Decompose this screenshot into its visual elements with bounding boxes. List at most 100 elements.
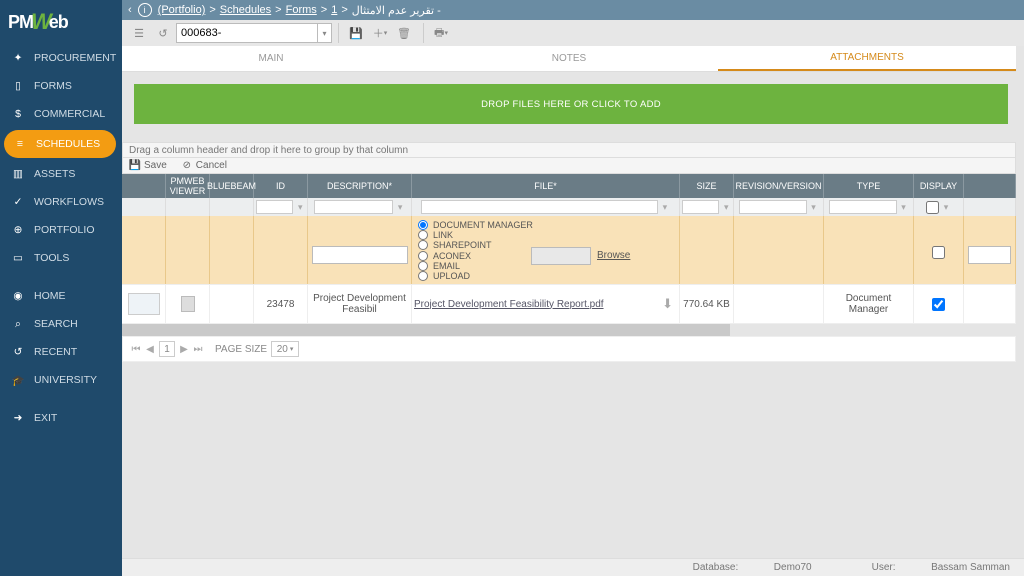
assets-icon: ▥: [10, 166, 26, 182]
nav-assets[interactable]: ▥ASSETS: [0, 160, 122, 188]
page-number[interactable]: 1: [159, 341, 175, 357]
browse-field[interactable]: [531, 247, 591, 265]
exit-icon: ➜: [10, 410, 26, 426]
nav-university[interactable]: 🎓UNIVERSITY: [0, 366, 122, 394]
funnel-icon[interactable]: ▾: [809, 202, 819, 212]
filter-size[interactable]: [682, 200, 719, 214]
history-icon[interactable]: ↺: [152, 22, 174, 44]
cancel-icon: ⊘: [181, 160, 193, 172]
nav-commercial[interactable]: $COMMERCIAL: [0, 100, 122, 128]
download-icon[interactable]: ⬇: [662, 296, 673, 312]
crumb-schedules[interactable]: Schedules: [220, 4, 271, 16]
col-type[interactable]: TYPE: [824, 174, 914, 198]
radio-aconex[interactable]: [418, 251, 428, 261]
col-revision[interactable]: REVISION/VERSION: [734, 174, 824, 198]
toolbox-icon: ▭: [10, 250, 26, 266]
app-logo: PMWeb: [0, 0, 122, 44]
col-description[interactable]: DESCRIPTION*: [308, 174, 412, 198]
nav-forms[interactable]: ▯FORMS: [0, 72, 122, 100]
nav-recent[interactable]: ↺RECENT: [0, 338, 122, 366]
filter-desc[interactable]: [314, 200, 393, 214]
tab-attachments[interactable]: ATTACHMENTS: [718, 46, 1016, 71]
edit-display-check[interactable]: [932, 246, 945, 259]
crumb-forms[interactable]: Forms: [286, 4, 317, 16]
save-icon[interactable]: 💾: [345, 22, 367, 44]
funnel-icon[interactable]: ▾: [395, 202, 405, 212]
subtabs: MAIN NOTES ATTACHMENTS: [122, 46, 1016, 72]
col-file[interactable]: FILE*: [412, 174, 680, 198]
page-first[interactable]: ⏮: [129, 342, 143, 356]
radio-sharepoint[interactable]: [418, 240, 428, 250]
col-display[interactable]: DISPLAY: [914, 174, 964, 198]
add-icon[interactable]: ＋▾: [369, 22, 391, 44]
back-chevron-icon[interactable]: ‹: [128, 4, 132, 16]
page-prev[interactable]: ◀: [143, 342, 157, 356]
save-row-button[interactable]: 💾Save: [129, 160, 167, 172]
delete-icon[interactable]: 🗑: [393, 22, 415, 44]
search-icon: ⌕: [10, 316, 26, 332]
nav-portfolio[interactable]: ⊕PORTFOLIO: [0, 216, 122, 244]
col-id[interactable]: ID: [254, 174, 308, 198]
breadcrumb-bar: ‹ i (Portfolio)> Schedules> Forms> 1> تق…: [122, 0, 1024, 20]
funnel-icon[interactable]: ▾: [660, 202, 670, 212]
filter-rev[interactable]: [739, 200, 807, 214]
cell-type: Document Manager: [824, 285, 914, 323]
thumbnail[interactable]: [128, 293, 160, 315]
hscrollbar[interactable]: [122, 324, 1016, 336]
nav-exit[interactable]: ➜EXIT: [0, 404, 122, 432]
file-link[interactable]: Project Development Feasibility Report.p…: [414, 299, 604, 310]
filter-display[interactable]: [926, 201, 939, 214]
radio-link[interactable]: [418, 230, 428, 240]
col-bluebeam[interactable]: BLUEBEAM: [210, 174, 254, 198]
col-pmweb-viewer[interactable]: PMWEB VIEWER: [166, 174, 210, 198]
info-icon[interactable]: i: [138, 3, 152, 17]
nav-tools[interactable]: ▭TOOLS: [0, 244, 122, 272]
page-last[interactable]: ⏭: [191, 342, 205, 356]
toolbar: ☰ ↺ ▾ 💾 ＋▾ 🗑 🖶▾: [122, 20, 1024, 46]
filter-file[interactable]: [421, 200, 658, 214]
filter-row: ▾ ▾ ▾ ▾ ▾ ▾ ▾: [122, 198, 1016, 216]
crumb-portfolio[interactable]: (Portfolio): [158, 4, 206, 16]
funnel-icon[interactable]: ▾: [899, 202, 909, 212]
page-size-select[interactable]: 20▾: [271, 341, 299, 357]
nav-home[interactable]: ◉HOME: [0, 282, 122, 310]
radio-email[interactable]: [418, 261, 428, 271]
nav-schedules[interactable]: ≡SCHEDULES: [4, 130, 116, 158]
funnel-icon[interactable]: ▾: [295, 202, 305, 212]
file-dropzone[interactable]: DROP FILES HERE OR CLICK TO ADD: [134, 84, 1008, 124]
tab-notes[interactable]: NOTES: [420, 46, 718, 71]
cancel-row-button[interactable]: ⊘Cancel: [181, 160, 227, 172]
browse-link[interactable]: Browse: [597, 250, 630, 261]
print-icon[interactable]: 🖶▾: [430, 22, 452, 44]
sidebar: PMWeb ✦PROCUREMENT ▯FORMS $COMMERCIAL ≡S…: [0, 0, 122, 576]
list-icon[interactable]: ☰: [128, 22, 150, 44]
recent-icon: ↺: [10, 344, 26, 360]
group-hint[interactable]: Drag a column header and drop it here to…: [122, 142, 1016, 158]
radio-document-manager[interactable]: [418, 220, 428, 230]
grad-icon: 🎓: [10, 372, 26, 388]
filter-id[interactable]: [256, 200, 293, 214]
record-select[interactable]: [176, 23, 318, 43]
crumb-record[interactable]: 1: [331, 4, 337, 16]
nav-procurement[interactable]: ✦PROCUREMENT: [0, 44, 122, 72]
filter-type[interactable]: [829, 200, 897, 214]
col-size[interactable]: SIZE: [680, 174, 734, 198]
radio-upload[interactable]: [418, 271, 428, 281]
table-header: PMWEB VIEWER BLUEBEAM ID DESCRIPTION* FI…: [122, 174, 1016, 198]
dollar-icon: $: [10, 106, 26, 122]
table-row: 23478 Project Development Feasibil Proje…: [122, 284, 1016, 324]
edit-extra-input[interactable]: [968, 246, 1010, 264]
nav-search[interactable]: ⌕SEARCH: [0, 310, 122, 338]
tab-main[interactable]: MAIN: [122, 46, 420, 71]
pmweb-viewer-icon[interactable]: [181, 296, 195, 312]
nav-workflows[interactable]: ✓WORKFLOWS: [0, 188, 122, 216]
edit-desc-input[interactable]: [312, 246, 408, 264]
record-dropdown[interactable]: ▾: [318, 23, 332, 43]
display-check[interactable]: [932, 298, 945, 311]
funnel-icon[interactable]: ▾: [721, 202, 731, 212]
funnel-icon[interactable]: ▾: [941, 202, 951, 212]
page-next[interactable]: ▶: [177, 342, 191, 356]
status-bar: Database: Demo70 User: Bassam Samman: [122, 558, 1024, 576]
page-size-label: PAGE SIZE: [215, 344, 267, 355]
globe-icon: ⊕: [10, 222, 26, 238]
